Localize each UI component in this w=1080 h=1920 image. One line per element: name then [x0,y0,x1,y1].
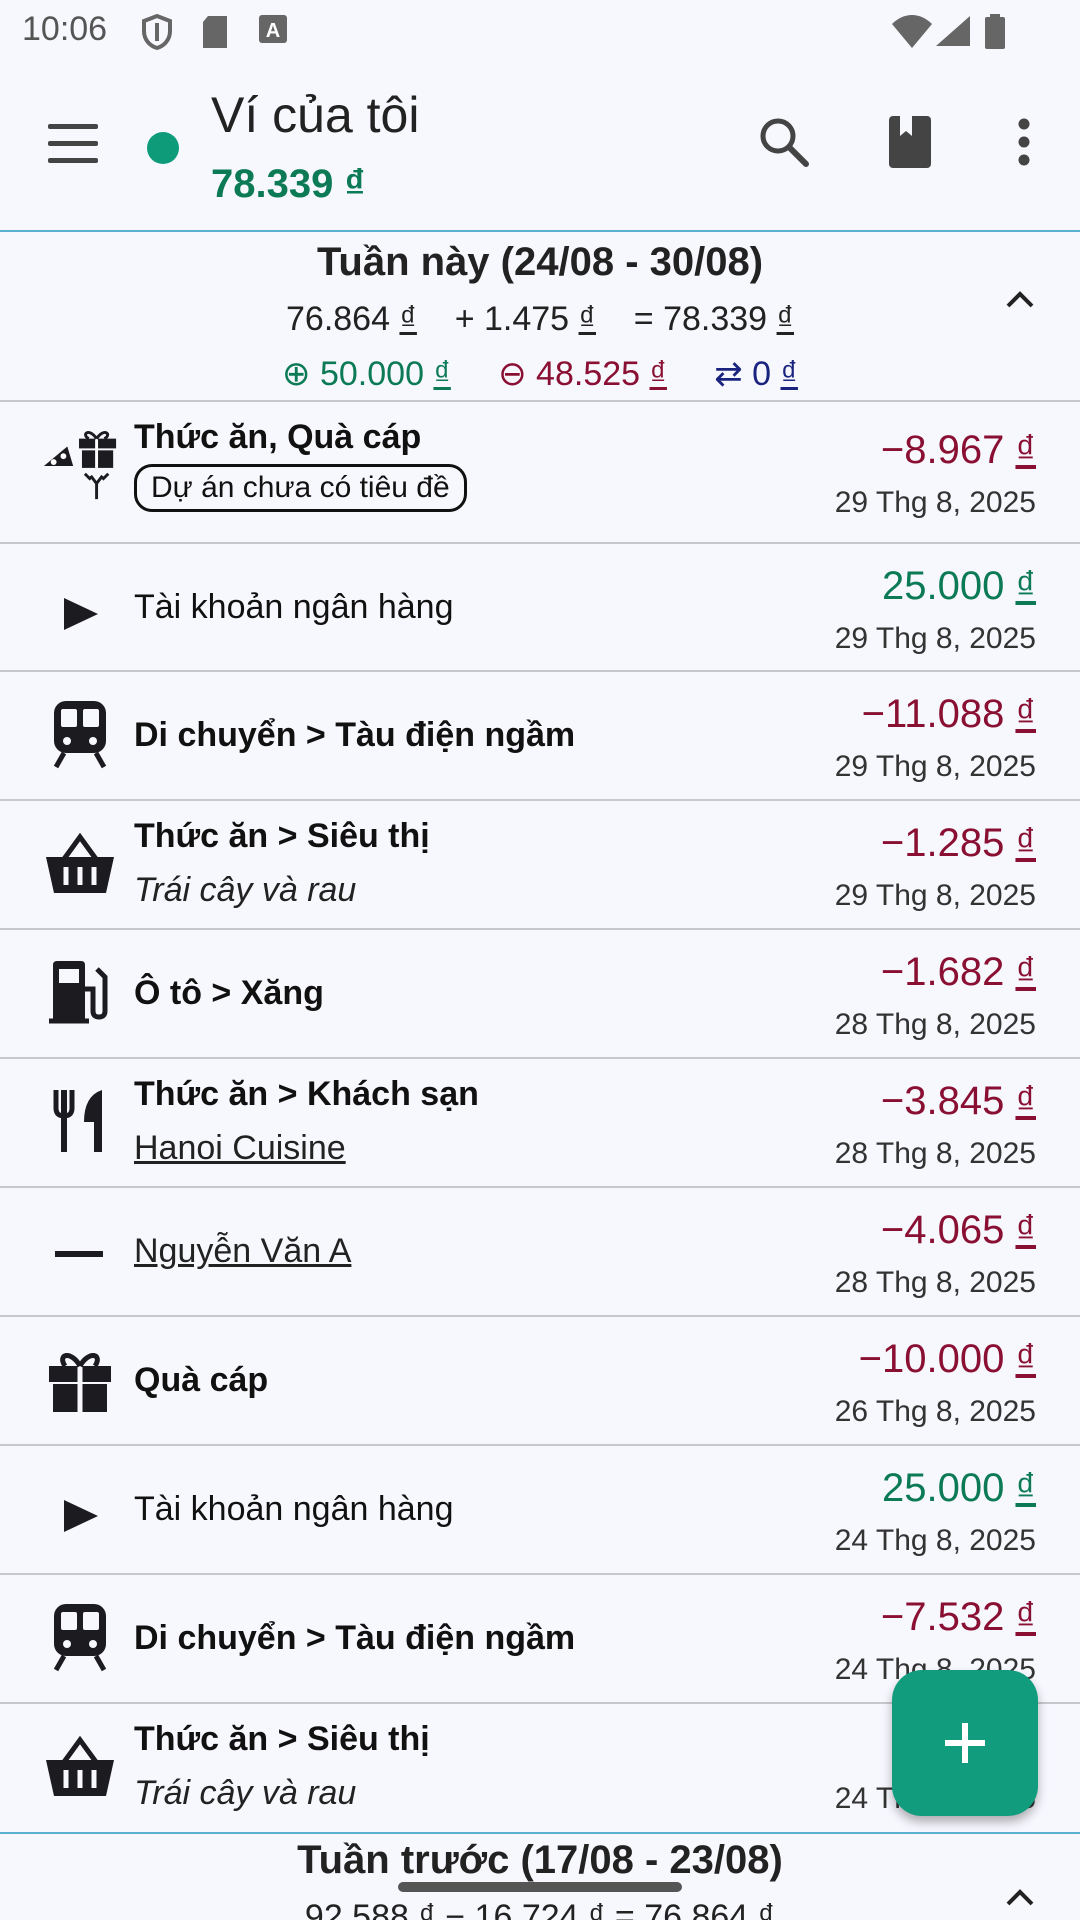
search-icon[interactable] [756,114,812,170]
transaction-category: Di chuyển > Tàu điện ngầm [134,716,576,754]
week-summary-previous[interactable]: Tuần trước (17/08 - 23/08) 92.588 ₫ − 16… [0,1838,1080,1920]
basket-icon [40,1728,120,1808]
menu-icon[interactable] [48,124,98,164]
transaction-category: Thức ăn > Khách sạn [134,1075,479,1113]
transaction-date: 29 Thg 8, 2025 [834,750,1036,783]
transaction-amount: 25.000 ₫ [882,564,1036,608]
transaction-item[interactable]: Ô tô > Xăng −1.682 ₫ 28 Thg 8, 2025 [0,928,1080,1058]
transaction-note: Trái cây và rau [134,871,357,909]
transaction-category: Quà cáp [134,1361,269,1399]
week-flow-row: ⊕ 50.000 ₫ ⊖ 48.525 ₫ ⇄ 0 ₫ [0,354,1080,394]
week-transfer: ⇄ 0 ₫ [714,355,798,393]
transaction-amount: −4.065 ₫ [880,1208,1036,1252]
transaction-amount: −10.000 ₫ [858,1337,1036,1381]
currency-symbol: ₫ [399,300,417,338]
svg-text:A: A [266,20,280,42]
train-icon [40,1597,120,1677]
transaction-category: Thức ăn > Siêu thị [134,817,430,855]
week-end-balance: = 78.339 [633,300,768,338]
week-income: ⊕ 50.000 ₫ [282,355,451,393]
transaction-item[interactable]: Thức ăn > Siêu thị Trái cây và rau −1.28… [0,799,1080,929]
food-gift-icon [40,424,120,504]
week-expense: ⊖ 48.525 ₫ [498,355,667,393]
week-summary-current[interactable]: Tuần này (24/08 - 30/08) 76.864 ₫ + 1.47… [0,238,1080,398]
transaction-amount: −8.967 ₫ [880,428,1036,472]
transaction-item[interactable]: Thức ăn, Quà cáp Dự án chưa có tiêu đề −… [0,400,1080,530]
shield-icon [142,14,172,50]
train-icon [40,694,120,774]
page-title[interactable]: Ví của tôi [211,86,419,144]
plus-icon [945,1723,985,1763]
week-title: Tuần trước (17/08 - 23/08) [297,1838,783,1882]
transaction-date: 29 Thg 8, 2025 [834,622,1036,655]
gesture-nav-bar[interactable] [398,1882,682,1892]
basket-icon [40,825,120,905]
transaction-category: Di chuyển > Tàu điện ngầm [134,1619,576,1657]
transaction-date: 29 Thg 8, 2025 [834,486,1036,519]
week-divider [0,1832,1080,1834]
project-tag[interactable]: Dự án chưa có tiêu đề [134,464,467,512]
chevron-up-icon[interactable] [1000,280,1040,320]
transaction-date: 29 Thg 8, 2025 [834,879,1036,912]
a-box-icon: A [259,15,287,43]
transaction-date: 28 Thg 8, 2025 [834,1137,1036,1170]
transaction-amount: −7.532 ₫ [880,1595,1036,1639]
wifi-icon [892,15,932,48]
transaction-amount: 25.000 ₫ [882,1466,1036,1510]
currency-symbol: ₫ [578,300,596,338]
play-icon [40,574,120,654]
app-bar: Ví của tôi 78.339 ₫ [0,64,1080,230]
transaction-item[interactable]: Tài khoản ngân hàng 25.000 ₫ 29 Thg 8, 2… [0,542,1080,672]
signal-icon [936,16,970,46]
transaction-category: Thức ăn, Quà cáp [134,418,422,456]
fuel-icon [40,952,120,1032]
header-divider [0,230,1080,232]
play-icon [40,1476,120,1556]
bookmark-book-icon[interactable] [886,114,936,170]
transaction-payee[interactable]: Hanoi Cuisine [134,1129,346,1168]
transaction-item[interactable]: Tài khoản ngân hàng 25.000 ₫ 24 Thg 8, 2… [0,1444,1080,1574]
transaction-item[interactable]: Quà cáp −10.000 ₫ 26 Thg 8, 2025 [0,1315,1080,1445]
transaction-amount: −3.845 ₫ [880,1079,1036,1123]
transaction-amount: −1.285 ₫ [880,821,1036,865]
chevron-up-icon[interactable] [1000,1878,1040,1918]
transaction-account: Tài khoản ngân hàng [134,588,454,626]
add-transaction-button[interactable] [892,1670,1038,1816]
transaction-item[interactable]: Nguyễn Văn A −4.065 ₫ 28 Thg 8, 2025 [0,1186,1080,1316]
transaction-category: Ô tô > Xăng [134,974,324,1012]
week-title: Tuần này (24/08 - 30/08) [316,240,764,284]
transaction-category: Thức ăn > Siêu thị [134,1720,430,1758]
transaction-amount: −11.088 ₫ [861,692,1036,736]
status-bar: 10:06 A [0,0,1080,64]
transaction-note: Trái cây và rau [134,1774,357,1812]
week-change: + 1.475 [454,300,570,338]
week-balance-row: 92.588 ₫ − 16.724 ₫ = 76.864 ₫ [304,1898,776,1920]
week-balance-row: 76.864 ₫ + 1.475 ₫ = 78.339 ₫ [0,300,1080,339]
currency-symbol: ₫ [776,300,794,338]
week-start-balance: 76.864 [286,300,390,338]
transaction-account: Tài khoản ngân hàng [134,1490,454,1528]
restaurant-icon [40,1081,120,1161]
more-vert-icon[interactable] [1014,114,1034,170]
transaction-date: 24 Thg 8, 2025 [834,1524,1036,1557]
battery-icon [985,14,1005,49]
transaction-amount: −1.682 ₫ [880,950,1036,994]
sd-card-icon [203,16,227,48]
transaction-date: 28 Thg 8, 2025 [834,1266,1036,1299]
gift-icon [40,1341,120,1421]
minus-icon [40,1214,120,1294]
transaction-item[interactable]: Di chuyển > Tàu điện ngầm −11.088 ₫ 29 T… [0,670,1080,800]
transaction-payee[interactable]: Nguyễn Văn A [134,1232,351,1271]
account-color-dot [147,132,179,164]
status-time: 10:06 [22,10,108,48]
transaction-date: 26 Thg 8, 2025 [834,1395,1036,1428]
transaction-item[interactable]: Thức ăn > Khách sạn Hanoi Cuisine −3.845… [0,1057,1080,1187]
account-balance: 78.339 ₫ [211,162,365,206]
transaction-date: 28 Thg 8, 2025 [834,1008,1036,1041]
